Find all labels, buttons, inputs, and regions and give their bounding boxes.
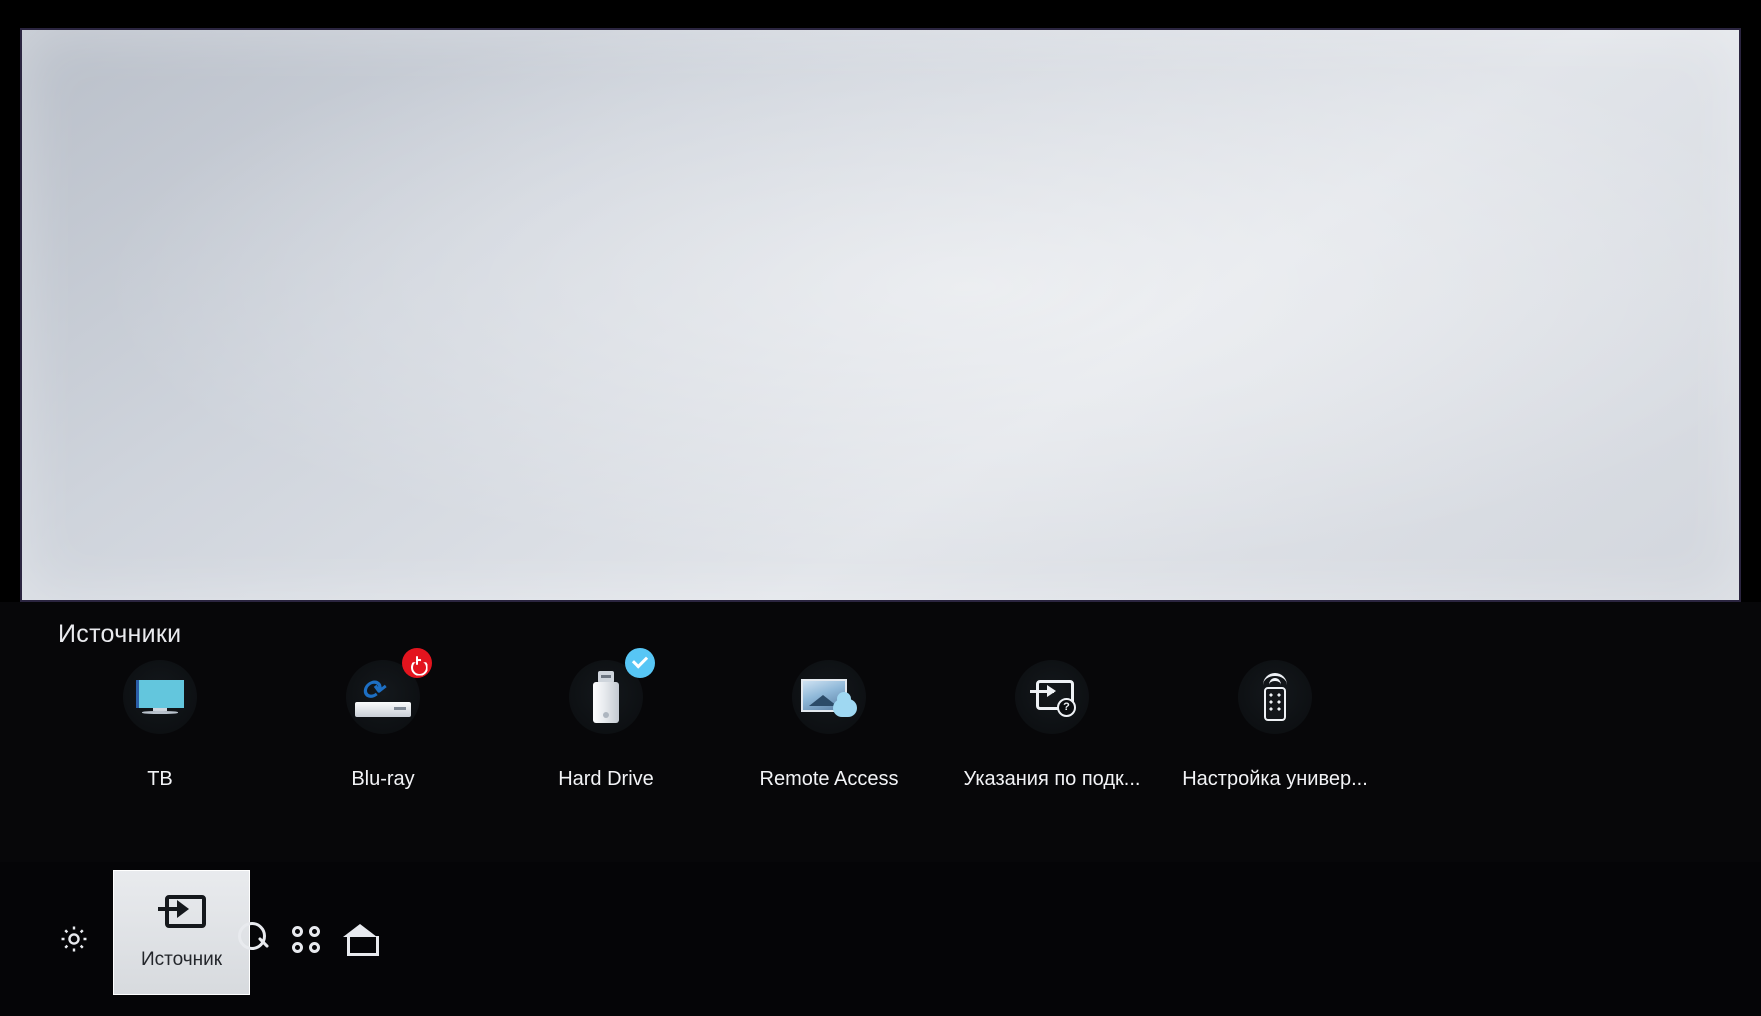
sources-section: Источники ТВ ⟳ Blu-ray Hard Drive Remote… xyxy=(0,602,1761,862)
remote-access-icon xyxy=(792,660,866,734)
source-item-blu-ray[interactable]: ⟳ Blu-ray xyxy=(268,648,498,791)
tv-video-panel xyxy=(22,30,1739,600)
source-label: ТВ xyxy=(147,768,173,790)
bluray-player-icon: ⟳ xyxy=(346,648,432,734)
source-label: Указания по подк... xyxy=(963,768,1141,790)
source-label: Настройка универ... xyxy=(1182,768,1368,790)
home-icon[interactable] xyxy=(343,924,379,960)
source-item-hard-drive[interactable]: Hard Drive xyxy=(491,648,721,791)
sources-row: ТВ ⟳ Blu-ray Hard Drive Remote Access ? … xyxy=(0,648,1761,850)
source-button[interactable]: Источник xyxy=(113,870,250,995)
source-item-universal-remote-setup[interactable]: Настройка универ... xyxy=(1160,660,1390,791)
source-item-remote-access[interactable]: Remote Access xyxy=(714,660,944,791)
source-label: Blu-ray xyxy=(351,768,415,790)
check-badge xyxy=(625,648,655,678)
source-item-connection-guide[interactable]: ? Указания по подк... xyxy=(937,660,1167,791)
tv-icon xyxy=(123,660,197,734)
gear-icon[interactable] xyxy=(57,922,91,956)
source-label: Hard Drive xyxy=(558,768,654,790)
tv-screen: Источники ТВ ⟳ Blu-ray Hard Drive Remote… xyxy=(0,0,1761,1016)
source-label: Remote Access xyxy=(759,768,899,790)
search-icon[interactable] xyxy=(238,922,274,958)
source-button-label: Источник xyxy=(140,948,223,970)
power-badge xyxy=(402,648,432,678)
bottom-bar: Источник Прямой ... Наземная NETFLIX xyxy=(0,862,1761,1016)
input-source-icon xyxy=(157,894,206,931)
source-item-tv[interactable]: ТВ xyxy=(45,660,275,791)
usb-drive-icon xyxy=(569,648,655,734)
apps-grid-icon[interactable] xyxy=(292,926,328,962)
sources-title: Источники xyxy=(58,620,182,648)
input-help-icon: ? xyxy=(1015,660,1089,734)
remote-control-icon xyxy=(1238,660,1312,734)
